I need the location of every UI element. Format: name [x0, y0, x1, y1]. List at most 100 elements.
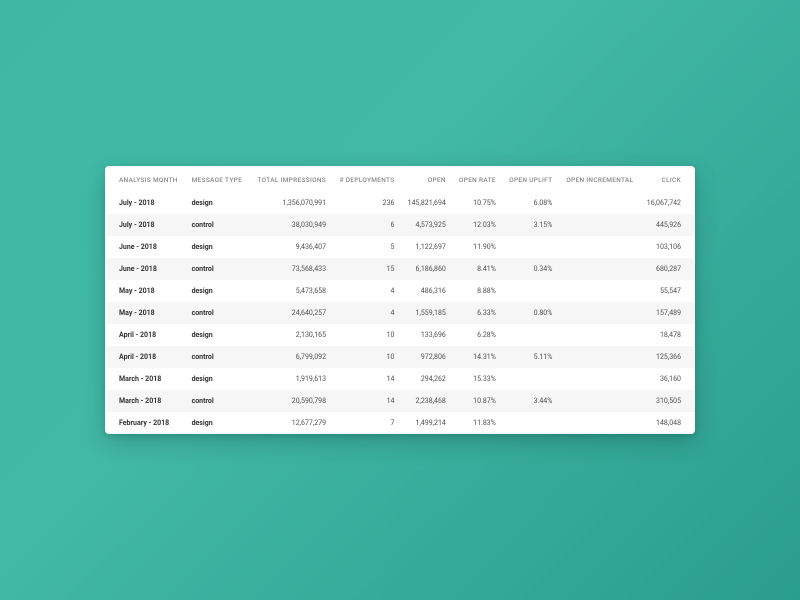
cell-total-impressions: 12,677,279 — [250, 412, 333, 434]
cell-open-incremental — [558, 412, 639, 434]
table-row: June - 2018control73,568,433156,186,8608… — [105, 258, 695, 280]
cell-open-uplift — [502, 324, 559, 346]
cell-deployments: 5 — [332, 236, 400, 258]
cell-analysis-month: March - 2018 — [105, 390, 186, 412]
cell-open-uplift — [502, 368, 559, 390]
metrics-table: ANALYSIS MONTHMESSAGE TYPETOTAL IMPRESSI… — [105, 166, 695, 434]
cell-click: 16,067,742 — [639, 192, 695, 214]
column-header-click[interactable]: CLICK — [639, 166, 695, 192]
cell-click: 18,478 — [639, 324, 695, 346]
cell-deployments: 4 — [332, 280, 400, 302]
cell-click: 680,287 — [639, 258, 695, 280]
cell-open-incremental — [558, 346, 639, 368]
cell-open-incremental — [558, 390, 639, 412]
cell-total-impressions: 20,590,798 — [250, 390, 333, 412]
table-row: March - 2018design1,919,61314294,26215.3… — [105, 368, 695, 390]
cell-open-incremental — [558, 368, 639, 390]
cell-open-uplift — [502, 280, 559, 302]
table-row: July - 2018design1,356,070,991236145,821… — [105, 192, 695, 214]
table-row: May - 2018control24,640,25741,559,1856.3… — [105, 302, 695, 324]
cell-open-incremental — [558, 258, 639, 280]
column-header-open[interactable]: OPEN — [400, 166, 451, 192]
cell-click: 445,926 — [639, 214, 695, 236]
cell-open-incremental — [558, 192, 639, 214]
cell-open-uplift: 0.80% — [502, 302, 559, 324]
cell-deployments: 7 — [332, 412, 400, 434]
cell-total-impressions: 1,356,070,991 — [250, 192, 333, 214]
cell-total-impressions: 73,568,433 — [250, 258, 333, 280]
cell-message-type: control — [186, 214, 250, 236]
cell-analysis-month: July - 2018 — [105, 214, 186, 236]
cell-deployments: 10 — [332, 346, 400, 368]
cell-deployments: 4 — [332, 302, 400, 324]
column-header-total-impressions[interactable]: TOTAL IMPRESSIONS — [250, 166, 333, 192]
cell-click: 36,160 — [639, 368, 695, 390]
cell-deployments: 14 — [332, 368, 400, 390]
cell-open-uplift: 3.15% — [502, 214, 559, 236]
cell-open-incremental — [558, 324, 639, 346]
table-body: July - 2018design1,356,070,991236145,821… — [105, 192, 695, 434]
column-header-open-uplift[interactable]: OPEN UPLIFT — [502, 166, 559, 192]
cell-deployments: 10 — [332, 324, 400, 346]
column-header-open-incremental[interactable]: OPEN INCREMENTAL — [558, 166, 639, 192]
cell-total-impressions: 6,799,092 — [250, 346, 333, 368]
cell-analysis-month: June - 2018 — [105, 258, 186, 280]
cell-open-uplift: 5.11% — [502, 346, 559, 368]
cell-open: 133,696 — [400, 324, 451, 346]
cell-open-uplift: 0.34% — [502, 258, 559, 280]
cell-click: 157,489 — [639, 302, 695, 324]
cell-open-rate: 10.75% — [452, 192, 502, 214]
cell-total-impressions: 5,473,658 — [250, 280, 333, 302]
cell-message-type: design — [186, 412, 250, 434]
cell-open-incremental — [558, 236, 639, 258]
column-header-deployments[interactable]: # DEPLOYMENTS — [332, 166, 400, 192]
cell-message-type: design — [186, 324, 250, 346]
cell-open: 1,499,214 — [400, 412, 451, 434]
cell-total-impressions: 9,436,407 — [250, 236, 333, 258]
table-row: April - 2018design2,130,16510133,6966.28… — [105, 324, 695, 346]
cell-analysis-month: March - 2018 — [105, 368, 186, 390]
cell-total-impressions: 2,130,165 — [250, 324, 333, 346]
cell-open-rate: 15.33% — [452, 368, 502, 390]
cell-click: 55,547 — [639, 280, 695, 302]
cell-deployments: 6 — [332, 214, 400, 236]
cell-open: 1,559,185 — [400, 302, 451, 324]
table-row: February - 2018design12,677,27971,499,21… — [105, 412, 695, 434]
cell-analysis-month: April - 2018 — [105, 346, 186, 368]
table-row: April - 2018control6,799,09210972,80614.… — [105, 346, 695, 368]
cell-open-rate: 10.87% — [452, 390, 502, 412]
cell-open-rate: 11.83% — [452, 412, 502, 434]
data-table-card: ANALYSIS MONTHMESSAGE TYPETOTAL IMPRESSI… — [105, 166, 695, 434]
column-header-analysis-month[interactable]: ANALYSIS MONTH — [105, 166, 186, 192]
cell-message-type: control — [186, 258, 250, 280]
cell-analysis-month: May - 2018 — [105, 302, 186, 324]
cell-click: 310,505 — [639, 390, 695, 412]
cell-open: 6,186,860 — [400, 258, 451, 280]
table-row: May - 2018design5,473,6584486,3168.88%55… — [105, 280, 695, 302]
cell-open-incremental — [558, 280, 639, 302]
cell-click: 125,366 — [639, 346, 695, 368]
cell-open: 1,122,697 — [400, 236, 451, 258]
cell-open-uplift — [502, 412, 559, 434]
cell-message-type: design — [186, 236, 250, 258]
cell-message-type: control — [186, 302, 250, 324]
cell-open: 972,806 — [400, 346, 451, 368]
cell-total-impressions: 38,030,949 — [250, 214, 333, 236]
cell-open-rate: 8.88% — [452, 280, 502, 302]
cell-open-uplift — [502, 236, 559, 258]
cell-message-type: design — [186, 280, 250, 302]
column-header-message-type[interactable]: MESSAGE TYPE — [186, 166, 250, 192]
cell-open: 294,262 — [400, 368, 451, 390]
cell-open-uplift: 3.44% — [502, 390, 559, 412]
cell-analysis-month: February - 2018 — [105, 412, 186, 434]
cell-open-incremental — [558, 302, 639, 324]
cell-open-rate: 14.31% — [452, 346, 502, 368]
column-header-open-rate[interactable]: OPEN RATE — [452, 166, 502, 192]
cell-analysis-month: July - 2018 — [105, 192, 186, 214]
cell-message-type: control — [186, 346, 250, 368]
cell-open-rate: 12.03% — [452, 214, 502, 236]
table-header: ANALYSIS MONTHMESSAGE TYPETOTAL IMPRESSI… — [105, 166, 695, 192]
cell-analysis-month: April - 2018 — [105, 324, 186, 346]
cell-open-rate: 6.33% — [452, 302, 502, 324]
table-row: June - 2018design9,436,40751,122,69711.9… — [105, 236, 695, 258]
